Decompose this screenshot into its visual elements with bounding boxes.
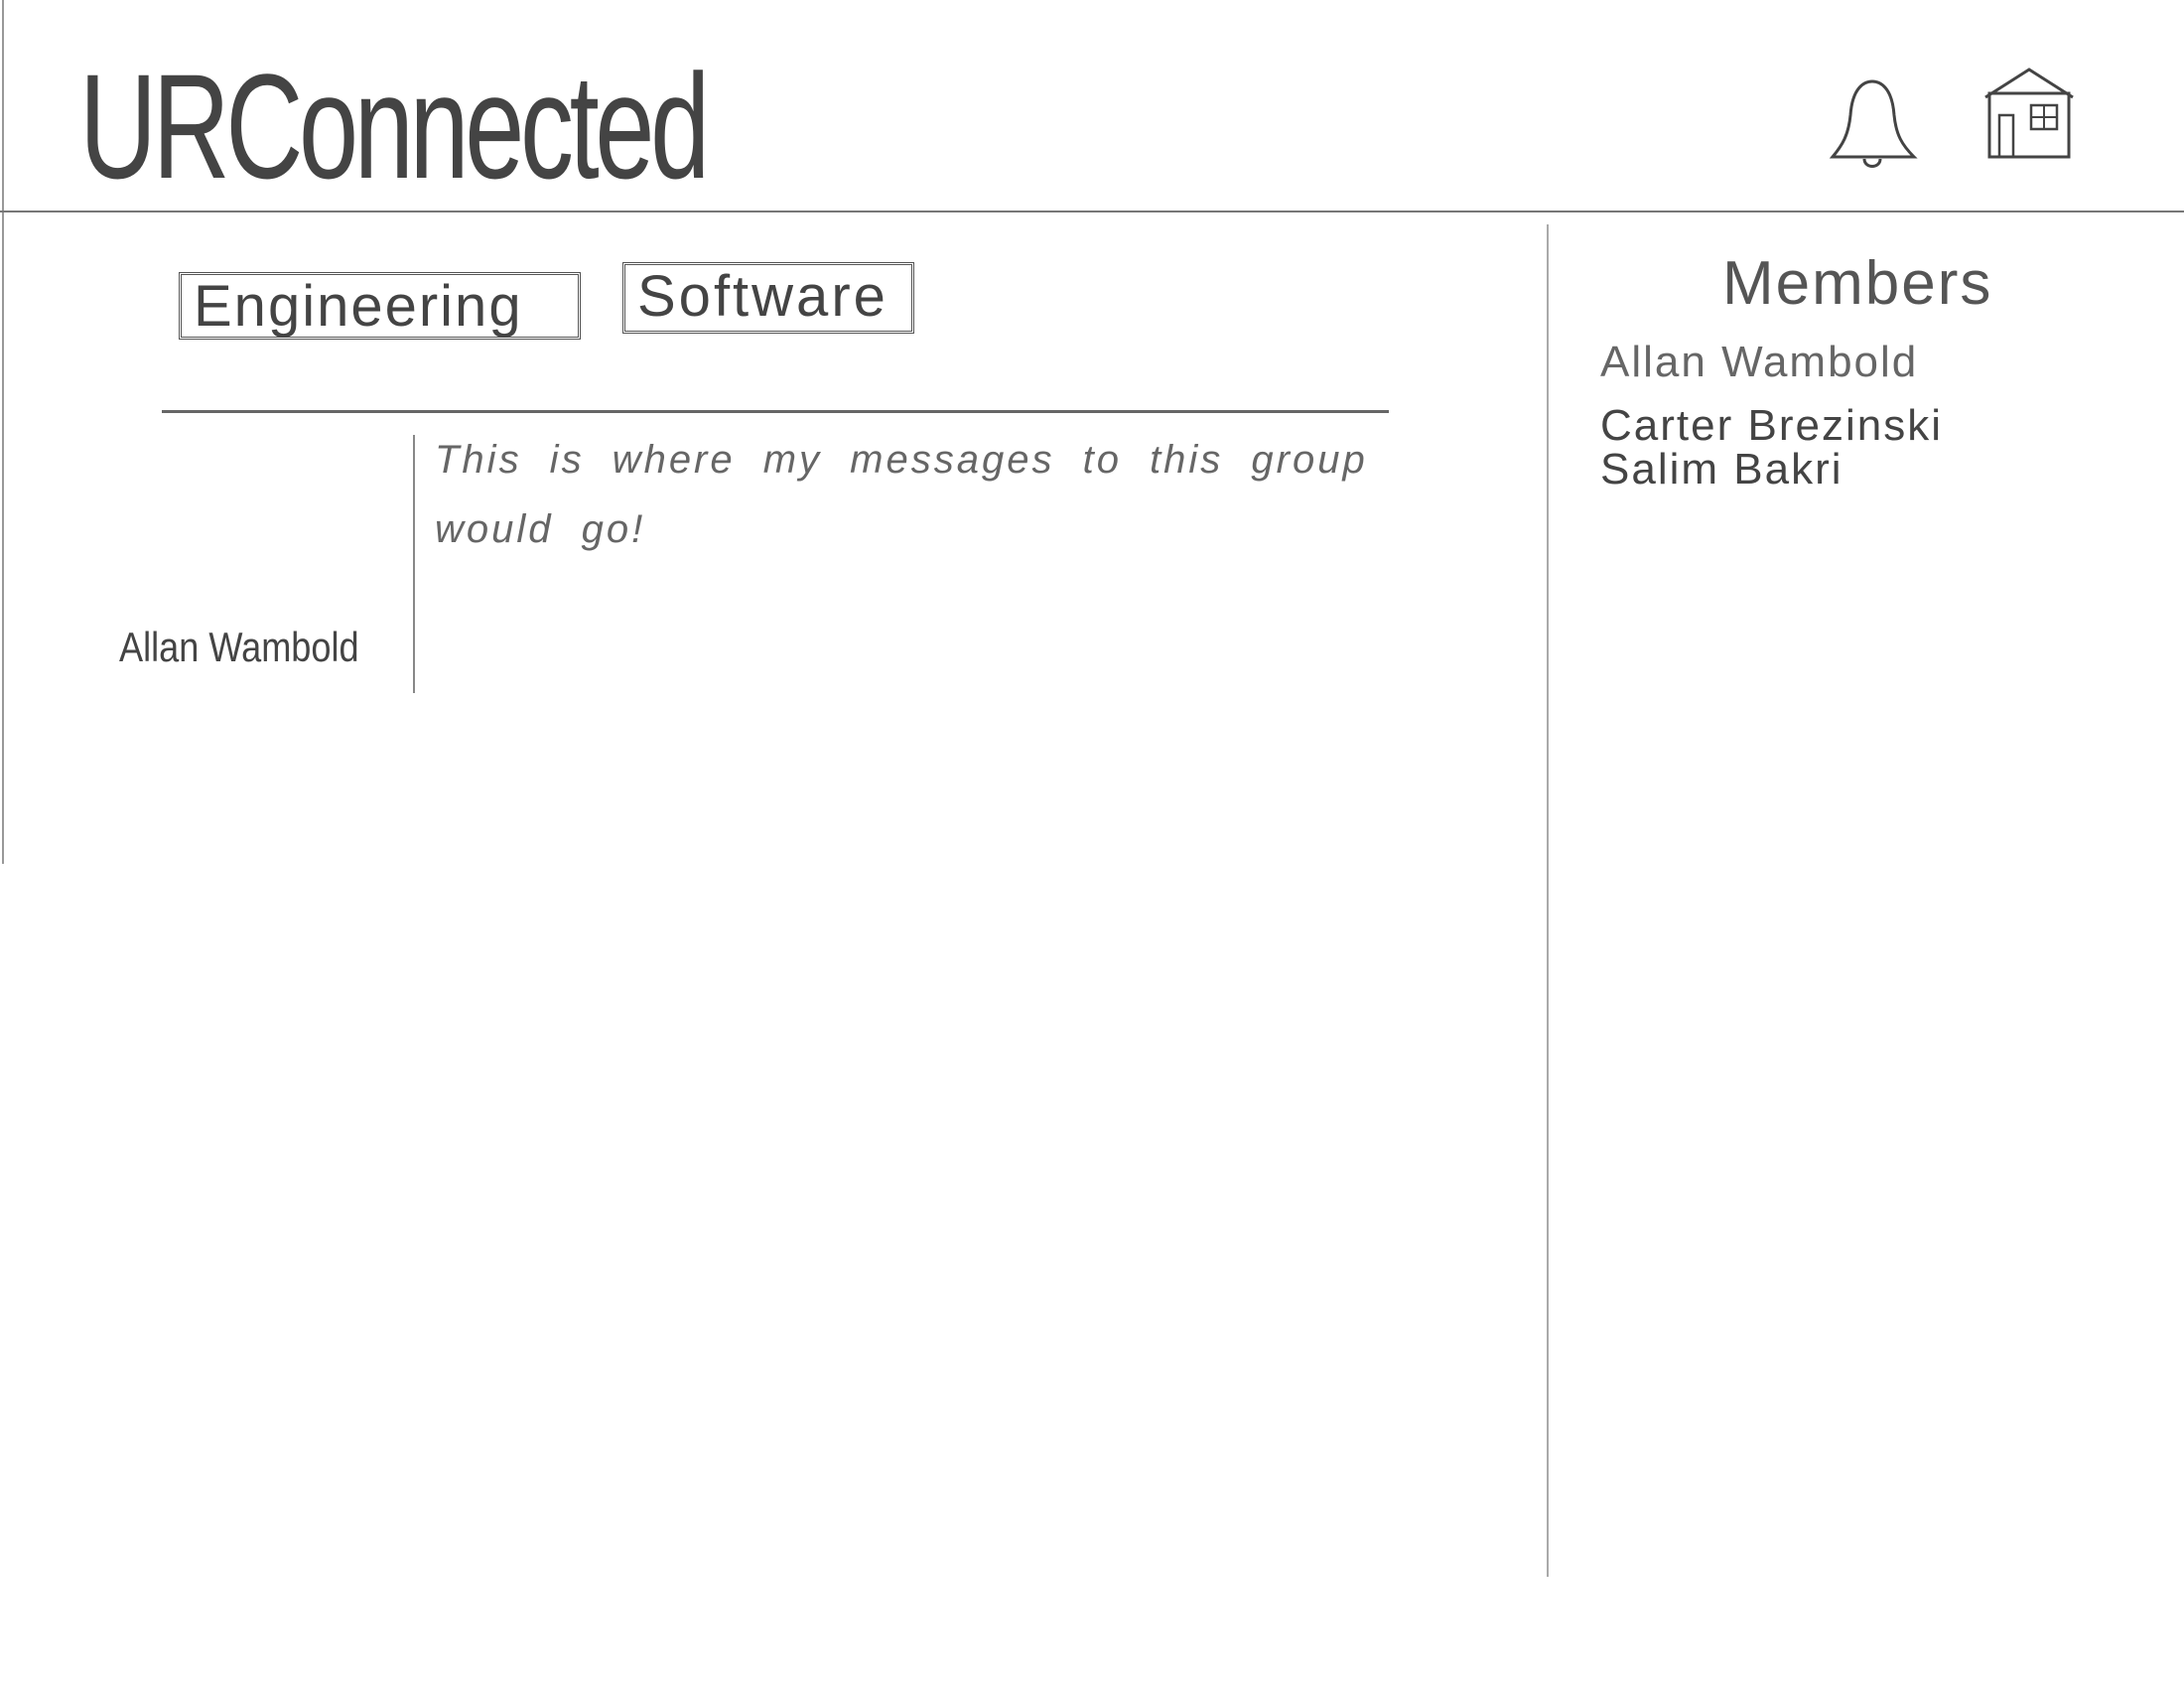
tag-software[interactable]: Software	[622, 262, 914, 334]
members-heading: Members	[1722, 249, 1993, 318]
message-text: This is where my messages to this group …	[435, 438, 1368, 551]
member-item[interactable]: Allan Wambold	[1600, 338, 1918, 387]
member-item[interactable]: Salim Bakri	[1600, 445, 1843, 494]
sidebar-divider	[1547, 224, 1549, 1577]
page-edge	[2, 0, 4, 864]
header-divider	[0, 211, 2184, 212]
app-title[interactable]: URConnected	[79, 52, 710, 201]
member-item[interactable]: Carter Brezinski	[1600, 401, 1943, 451]
message-divider	[413, 435, 415, 693]
bell-icon[interactable]	[1821, 75, 1924, 178]
home-icon[interactable]	[1981, 66, 2077, 168]
message-author: Allan Wambold	[119, 624, 359, 670]
tag-engineering[interactable]: Engineering	[179, 272, 581, 340]
tags-divider	[162, 410, 1389, 413]
